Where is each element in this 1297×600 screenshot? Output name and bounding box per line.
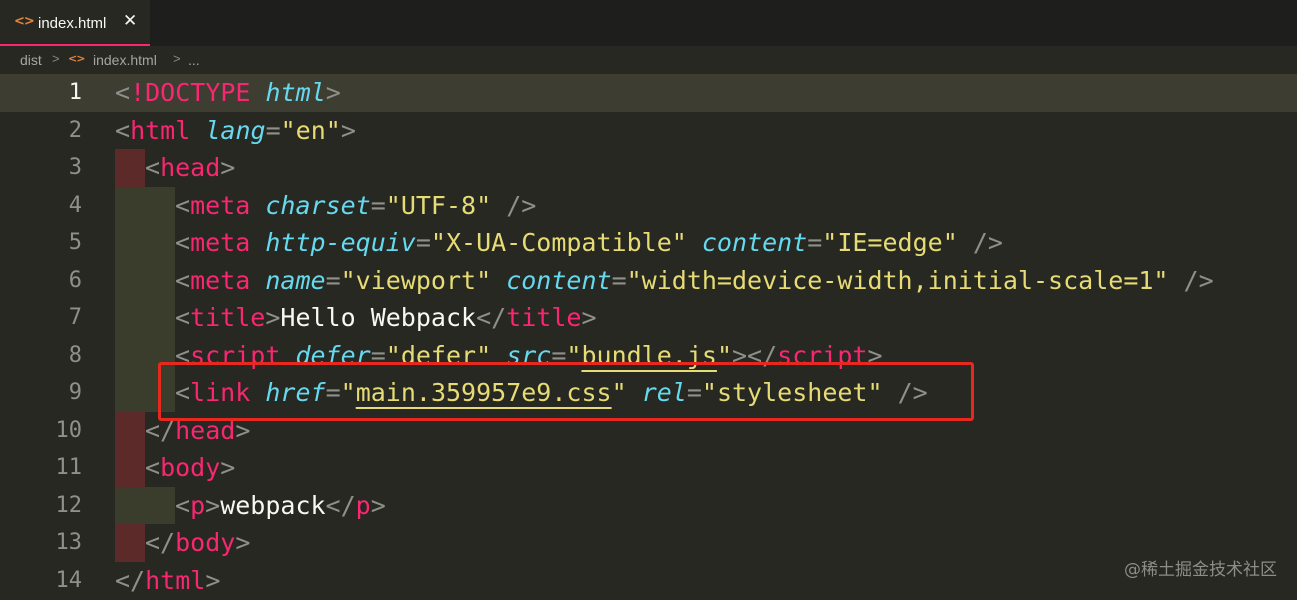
line-number: 4	[68, 192, 82, 218]
line-number: 13	[55, 530, 83, 555]
code-line[interactable]: 3 <head>	[0, 149, 1297, 187]
code-token: title	[190, 303, 266, 332]
indent-guide	[115, 524, 145, 562]
code-token: content	[701, 228, 808, 257]
chevron-right-icon: >	[173, 51, 181, 66]
code-token: content	[506, 265, 612, 295]
code-token: meta	[190, 190, 251, 220]
code-token: Hello Webpack	[280, 303, 477, 332]
breadcrumb: dist > <> index.html > ...	[0, 46, 1297, 74]
code-line[interactable]: 6 <meta name="viewport" content="width=d…	[0, 261, 1297, 299]
line-number: 2	[68, 117, 82, 143]
indent-guide	[115, 149, 145, 187]
code-token: "IE=edge"	[822, 228, 958, 257]
code-content: <p>webpack</p>	[175, 490, 386, 520]
code-token: !DOCTYPE	[130, 78, 251, 107]
code-content: <html lang="en">	[115, 115, 356, 145]
code-token: html	[265, 78, 326, 107]
code-line[interactable]: 12 <p>webpack</p>	[0, 486, 1297, 524]
code-line[interactable]: 13 </body>	[0, 524, 1297, 562]
code-content: <head>	[145, 153, 236, 182]
code-token: lang	[205, 115, 266, 145]
code-line[interactable]: 2 <html lang="en">	[0, 112, 1297, 150]
close-icon[interactable]: ✕	[123, 11, 137, 31]
code-token: title	[506, 303, 582, 332]
indent-guide	[115, 186, 175, 224]
line-number: 8	[68, 342, 82, 368]
code-token: "en"	[280, 115, 341, 145]
code-content: <meta charset="UTF-8" />	[175, 190, 537, 220]
line-number: 12	[55, 492, 83, 518]
html-file-icon: <>	[68, 52, 85, 65]
line-number: 9	[68, 380, 82, 405]
code-token: head	[160, 153, 221, 182]
indent-guide	[115, 261, 175, 299]
code-token: "UTF-8"	[385, 190, 492, 220]
code-token: html	[145, 565, 206, 595]
code-content: <title>Hello Webpack</title>	[175, 303, 597, 332]
line-number: 6	[68, 267, 82, 293]
code-token: webpack	[220, 490, 326, 520]
line-number: 10	[55, 417, 83, 443]
code-token: "X-UA-Compatible"	[430, 228, 687, 257]
code-line[interactable]: 5 <meta http-equiv="X-UA-Compatible" con…	[0, 224, 1297, 262]
breadcrumb-item-dist[interactable]: dist	[20, 52, 42, 68]
html-file-icon: <>	[14, 14, 35, 29]
code-token: p	[355, 490, 371, 520]
code-content: </body>	[145, 528, 251, 557]
tab-bar: <> index.html ✕	[0, 0, 1297, 46]
annotation-highlight-box	[158, 362, 974, 421]
watermark: @稀土掘金技术社区	[1124, 560, 1277, 580]
code-token: body	[175, 528, 236, 557]
line-number: 7	[68, 305, 82, 330]
code-token: meta	[190, 265, 251, 295]
indent-guide	[115, 486, 175, 524]
code-token: html	[130, 115, 191, 145]
code-line[interactable]: 14 </html>	[0, 562, 1297, 600]
line-number: 1	[68, 80, 82, 105]
code-line[interactable]: 4 <meta charset="UTF-8" />	[0, 186, 1297, 224]
code-editor[interactable]: 1 <!DOCTYPE html> 2 <html lang="en"> 3 <…	[0, 74, 1297, 600]
code-line[interactable]: 1 <!DOCTYPE html>	[0, 74, 1297, 112]
line-number: 5	[68, 230, 82, 255]
breadcrumb-item-more[interactable]: ...	[188, 52, 200, 68]
code-line[interactable]: 11 <body>	[0, 449, 1297, 487]
code-content: <meta http-equiv="X-UA-Compatible" conte…	[175, 228, 1003, 257]
indent-guide	[115, 411, 145, 449]
code-line[interactable]: 7 <title>Hello Webpack</title>	[0, 299, 1297, 337]
code-content: </html>	[115, 565, 221, 595]
code-token: "width=device-width,initial-scale=1"	[626, 265, 1169, 295]
code-token: p	[190, 490, 206, 520]
chevron-right-icon: >	[52, 51, 60, 66]
tab-index-html[interactable]: <> index.html ✕	[0, 0, 150, 46]
code-content: <body>	[145, 453, 236, 482]
code-token: "viewport"	[340, 265, 492, 295]
code-token: charset	[265, 190, 371, 220]
breadcrumb-item-index-html[interactable]: index.html	[93, 52, 157, 68]
code-token: body	[160, 453, 221, 482]
code-content: <!DOCTYPE html>	[115, 78, 341, 107]
code-token: name	[265, 265, 326, 295]
code-token: meta	[190, 228, 251, 257]
code-token: http-equiv	[265, 228, 416, 257]
line-number: 14	[55, 567, 83, 593]
indent-guide	[115, 449, 145, 487]
indent-guide	[115, 299, 175, 337]
line-number: 11	[55, 455, 83, 480]
indent-guide	[115, 224, 175, 262]
line-number: 3	[68, 155, 82, 180]
code-content: <meta name="viewport" content="width=dev…	[175, 265, 1214, 295]
tab-label: index.html	[38, 15, 107, 32]
